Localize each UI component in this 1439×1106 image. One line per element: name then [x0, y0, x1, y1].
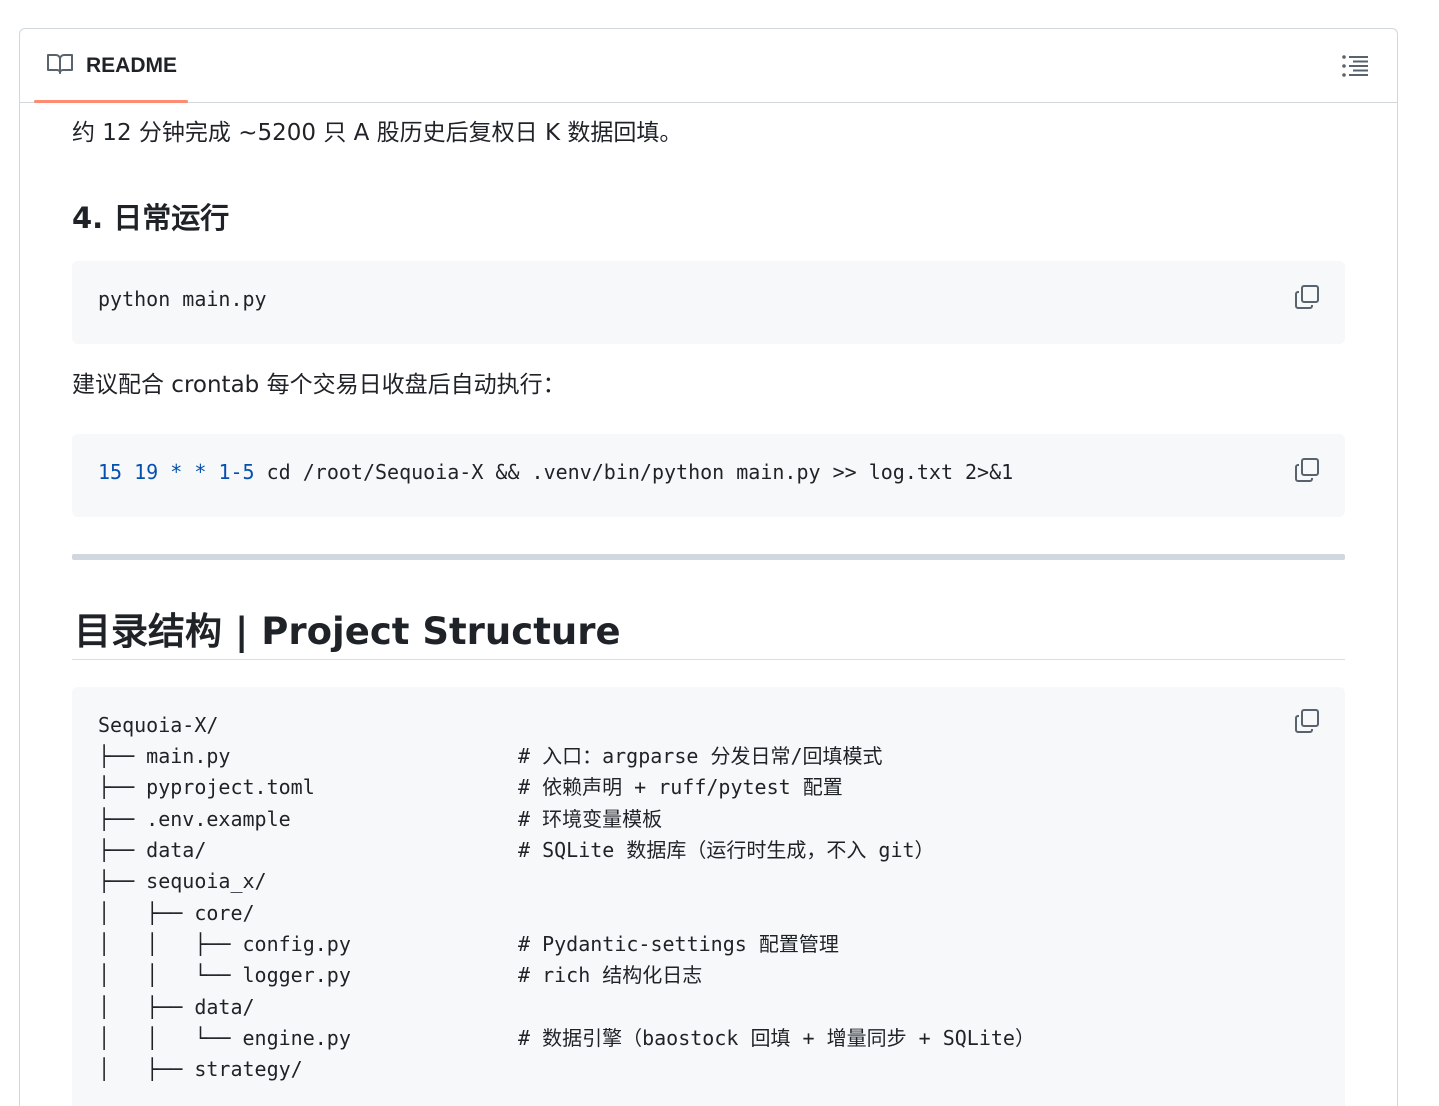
code-range: 1-5 [218, 460, 255, 484]
heading-underline [72, 659, 1345, 660]
tree-row: ├── sequoia_x/ [98, 869, 267, 893]
copy-icon [1293, 285, 1321, 315]
tab-active-underline [34, 100, 188, 103]
tree-row: │ ├── core/ [98, 901, 255, 925]
tree-row: │ │ └── engine.py # 数据引擎（baostock 回填 + 增量… [98, 1026, 1035, 1050]
copy-button[interactable] [1293, 707, 1321, 735]
tree-row: ├── main.py # 入口：argparse 分发日常/回填模式 [98, 744, 883, 768]
copy-button[interactable] [1293, 456, 1321, 484]
heading-project-structure: 目录结构 | Project Structure [74, 610, 621, 653]
code-num: 19 [134, 460, 159, 484]
code-text: python main.py [98, 287, 267, 311]
code-rest: cd /root/Sequoia-X && .venv/bin/python m… [266, 460, 1014, 484]
tree-row: │ ├── strategy/ [98, 1057, 303, 1081]
copy-icon [1293, 458, 1321, 488]
list-outline-icon [1341, 55, 1369, 83]
tree-row: │ ├── data/ [98, 995, 255, 1019]
code-block-tree: Sequoia-X/ ├── main.py # 入口：argparse 分发日常… [72, 687, 1345, 1106]
tree-row: Sequoia-X/ [98, 713, 219, 737]
readme-header: README [20, 29, 1397, 103]
intro-paragraph: 约 12 分钟完成 ~5200 只 A 股历史后复权日 K 数据回填。 [72, 120, 683, 146]
tree-row: ├── .env.example # 环境变量模板 [98, 807, 663, 831]
outline-button[interactable] [1341, 53, 1369, 79]
copy-icon [1293, 709, 1321, 739]
horizontal-rule [72, 554, 1345, 560]
tab-label: README [86, 53, 178, 77]
copy-button[interactable] [1293, 283, 1321, 311]
code-star: * [170, 460, 183, 484]
crontab-code: 15 19 * * 1-5 cd /root/Sequoia-X && .ven… [98, 460, 1013, 484]
tree-row: ├── pyproject.toml # 依赖声明 + ruff/pytest 配… [98, 775, 843, 799]
code-block-run: python main.py [72, 261, 1345, 344]
crontab-paragraph: 建议配合 crontab 每个交易日收盘后自动执行： [72, 372, 566, 398]
readme-panel: README 约 12 分钟完成 ~5200 只 A 股历史后复权日 K 数据回… [19, 28, 1398, 1106]
code-block-crontab: 15 19 * * 1-5 cd /root/Sequoia-X && .ven… [72, 434, 1345, 517]
code-star: * [194, 460, 207, 484]
book-icon [46, 52, 74, 80]
code-num: 15 [98, 460, 123, 484]
tree-row: │ │ └── logger.py # rich 结构化日志 [98, 963, 703, 987]
tree-row: │ │ ├── config.py # Pydantic-settings 配置管… [98, 932, 839, 956]
heading-daily-run: 4. 日常运行 [72, 201, 230, 235]
tab-readme[interactable]: README [34, 29, 189, 102]
tree-row: ├── data/# SQLite 数据库（运行时生成，不入 git） [98, 838, 935, 862]
